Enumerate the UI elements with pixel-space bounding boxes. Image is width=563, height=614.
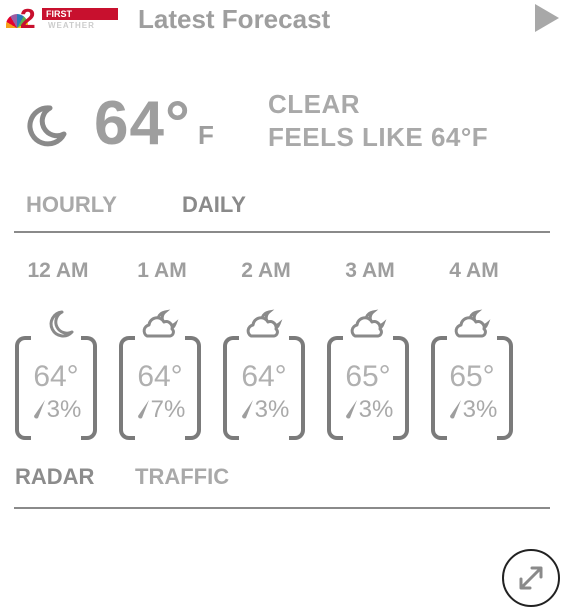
station-logo[interactable]: 2 FIRST WARNING WEATHER: [6, 3, 118, 34]
raindrop-icon: [241, 400, 253, 419]
hour-card: 64° 3%: [15, 336, 97, 440]
hour-temperature: 64°: [33, 360, 79, 393]
temperature-unit: F: [198, 120, 214, 150]
hour-precip: 3%: [254, 396, 290, 423]
hour-label: 1 AM: [137, 259, 187, 282]
raindrop-icon: [137, 400, 149, 419]
hour-label: 12 AM: [27, 259, 89, 282]
hour-card: 64° 7%: [119, 336, 201, 440]
divider: [14, 507, 550, 509]
hour-label: 4 AM: [449, 259, 499, 282]
hour-card: 65° 3%: [327, 336, 409, 440]
expand-arrows-icon: [519, 566, 543, 590]
tab-daily[interactable]: DAILY: [182, 191, 246, 219]
tab-radar[interactable]: RADAR: [15, 463, 94, 491]
hour-label: 3 AM: [345, 259, 395, 282]
raindrop-icon: [449, 400, 461, 419]
logo-subtext: WEATHER: [48, 21, 95, 30]
hour-card: 65° 3%: [431, 336, 513, 440]
hour-temperature: 65°: [345, 360, 391, 393]
hour-temperature: 64°: [241, 360, 287, 393]
play-button[interactable]: [535, 4, 559, 32]
hour-card: 64° 3%: [223, 336, 305, 440]
expand-button[interactable]: [502, 549, 560, 607]
logo-number: 2: [20, 3, 36, 34]
hour-precip: 3%: [46, 396, 82, 423]
page-title: Latest Forecast: [138, 4, 331, 34]
raindrop-icon: [345, 400, 357, 419]
current-temperature: 64°: [94, 89, 191, 158]
hour-temperature: 64°: [137, 360, 183, 393]
hour-precip: 7%: [150, 396, 186, 423]
moon-icon: [27, 105, 67, 147]
hour-precip: 3%: [358, 396, 394, 423]
divider: [14, 231, 550, 233]
current-condition: CLEAR: [268, 89, 361, 119]
tab-hourly[interactable]: HOURLY: [26, 191, 117, 219]
hour-label: 2 AM: [241, 259, 291, 282]
hour-temperature: 65°: [449, 360, 495, 393]
logo-banner: FIRST WARNING: [42, 8, 118, 31]
hour-precip: 3%: [462, 396, 498, 423]
tab-traffic[interactable]: TRAFFIC: [135, 463, 229, 491]
raindrop-icon: [33, 400, 45, 419]
feels-like: FEELS LIKE 64°F: [268, 122, 489, 152]
